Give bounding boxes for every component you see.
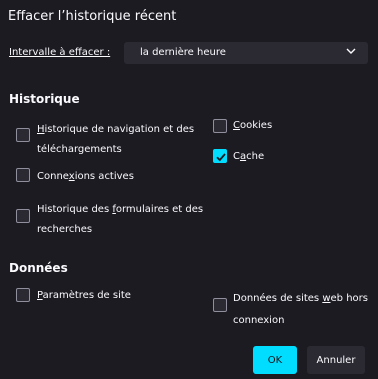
cache-checkbox-label[interactable]: Cache bbox=[233, 151, 264, 162]
active-logins-rest: ions actives bbox=[74, 171, 134, 182]
cache-label-rest: che bbox=[246, 151, 265, 162]
offline-data-line2: connexion bbox=[233, 315, 285, 326]
chevron-down-icon bbox=[346, 48, 356, 54]
range-select-value: la dernière heure bbox=[140, 47, 226, 58]
form-history-checkbox[interactable] bbox=[16, 209, 30, 223]
range-select[interactable]: la dernière heure bbox=[124, 42, 368, 64]
history-checkbox[interactable] bbox=[16, 128, 30, 142]
form-history-line1-rest: ormulaires et des bbox=[115, 204, 204, 215]
history-accesskey: H bbox=[37, 124, 45, 135]
site-settings-checkbox[interactable] bbox=[16, 288, 30, 302]
cookies-accesskey: C bbox=[233, 120, 240, 131]
range-label: Intervalle à effacer : bbox=[9, 47, 110, 58]
offline-data-accesskey: w bbox=[322, 293, 331, 304]
cache-label-pre: C bbox=[233, 151, 240, 162]
range-label-text: Intervalle à effacer : bbox=[9, 47, 111, 58]
offline-data-line1-rest: eb hors bbox=[330, 293, 368, 304]
history-checkbox-label[interactable]: Historique de navigation et des téléchar… bbox=[37, 120, 194, 160]
site-settings-label[interactable]: Paramètres de site bbox=[37, 290, 131, 301]
cookies-checkbox-label[interactable]: Cookies bbox=[233, 120, 272, 131]
checkmark-icon bbox=[216, 153, 226, 162]
cookies-checkbox[interactable] bbox=[213, 119, 227, 133]
dialog-title: Effacer l’historique récent bbox=[8, 9, 177, 24]
history-label-line2: téléchargements bbox=[37, 144, 122, 155]
form-history-pre: Historique des bbox=[37, 204, 113, 215]
offline-data-pre: Données de sites bbox=[233, 293, 323, 304]
data-heading: Données bbox=[9, 261, 68, 275]
active-logins-checkbox[interactable] bbox=[16, 168, 30, 182]
form-history-label[interactable]: Historique des formulaires et des recher… bbox=[37, 200, 203, 240]
history-label-line1: istorique de navigation et des bbox=[44, 124, 195, 135]
cancel-button[interactable]: Annuler bbox=[307, 346, 365, 374]
cache-checkbox[interactable] bbox=[213, 149, 227, 163]
active-logins-label[interactable]: Connexions actives bbox=[37, 171, 134, 182]
form-history-line2: recherches bbox=[37, 224, 93, 235]
active-logins-pre: Conne bbox=[37, 171, 69, 182]
cookies-label-rest: ookies bbox=[239, 120, 273, 131]
site-settings-rest: aramètres de site bbox=[42, 290, 131, 301]
clear-history-dialog: Effacer l’historique récent Intervalle à… bbox=[0, 0, 378, 379]
history-heading: Historique bbox=[9, 92, 80, 106]
ok-button[interactable]: OK bbox=[253, 346, 297, 374]
offline-data-checkbox[interactable] bbox=[213, 298, 227, 312]
offline-data-label[interactable]: Données de sites web hors connexion bbox=[233, 288, 368, 332]
